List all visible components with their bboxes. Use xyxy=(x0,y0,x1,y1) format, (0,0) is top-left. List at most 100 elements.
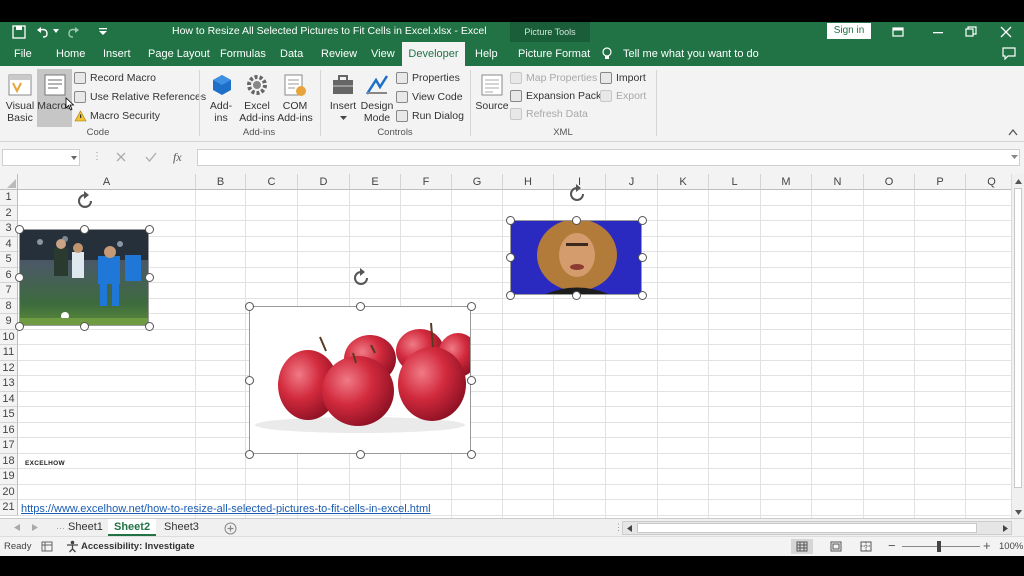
select-all-corner[interactable] xyxy=(0,174,18,190)
row-header-8[interactable]: 8 xyxy=(0,298,18,314)
macro-security-button[interactable]: Macro Security xyxy=(74,108,160,124)
resize-handle[interactable] xyxy=(571,215,581,225)
row-header-2[interactable]: 2 xyxy=(0,205,18,221)
previous-sheet-icon[interactable] xyxy=(14,524,20,531)
new-sheet-icon[interactable] xyxy=(224,522,237,535)
use-relative-references-button[interactable]: Use Relative References xyxy=(74,89,206,105)
undo-dropdown-icon[interactable] xyxy=(53,28,59,34)
row-header-5[interactable]: 5 xyxy=(0,252,18,268)
map-properties-button[interactable]: Map Properties xyxy=(510,70,597,86)
rotate-handle-icon[interactable] xyxy=(351,268,371,288)
resize-handle[interactable] xyxy=(505,253,515,262)
row-header-21[interactable]: 21 xyxy=(0,500,18,516)
com-add-ins-button[interactable]: COM Add-ins xyxy=(276,70,314,126)
run-dialog-button[interactable]: Run Dialog xyxy=(396,108,464,124)
resize-handle[interactable] xyxy=(505,215,515,225)
row-header-16[interactable]: 16 xyxy=(0,422,18,438)
row-header-10[interactable]: 10 xyxy=(0,329,18,345)
resize-handle[interactable] xyxy=(79,224,89,234)
resize-handle[interactable] xyxy=(505,290,515,300)
resize-handle[interactable] xyxy=(355,449,365,459)
column-header-e[interactable]: E xyxy=(350,174,401,190)
name-box[interactable] xyxy=(2,149,80,166)
properties-button[interactable]: Properties xyxy=(396,70,460,86)
column-header-k[interactable]: K xyxy=(658,174,709,190)
customize-qat-icon[interactable] xyxy=(98,27,108,37)
redo-icon[interactable] xyxy=(66,25,80,39)
column-header-c[interactable]: C xyxy=(246,174,298,190)
rotate-handle-icon[interactable] xyxy=(567,184,587,204)
xml-export-button[interactable]: Export xyxy=(600,88,646,104)
resize-handle[interactable] xyxy=(637,253,647,262)
formula-input[interactable] xyxy=(197,149,1020,166)
tab-insert[interactable]: Insert xyxy=(97,42,137,66)
macros-button[interactable]: Macros xyxy=(37,69,75,127)
name-box-dropdown-icon[interactable] xyxy=(71,156,77,160)
row-header-18[interactable]: 18 xyxy=(0,453,18,469)
design-mode-button[interactable]: Design Mode xyxy=(360,70,394,128)
column-header-b[interactable]: B xyxy=(196,174,246,190)
sheet-tab-sheet2[interactable]: Sheet2 xyxy=(108,519,157,536)
scroll-right-icon[interactable] xyxy=(1003,525,1008,532)
resize-handle[interactable] xyxy=(144,273,154,282)
tab-picture-format[interactable]: Picture Format xyxy=(512,42,596,66)
row-header-4[interactable]: 4 xyxy=(0,236,18,252)
row-header-12[interactable]: 12 xyxy=(0,360,18,376)
refresh-data-button[interactable]: Refresh Data xyxy=(510,106,588,122)
row-header-19[interactable]: 19 xyxy=(0,469,18,485)
column-header-p[interactable]: P xyxy=(915,174,966,190)
expansion-packs-button[interactable]: Expansion Packs xyxy=(510,88,607,104)
resize-handle[interactable] xyxy=(244,375,254,385)
excel-add-ins-button[interactable]: Excel Add-ins xyxy=(238,70,276,126)
column-header-g[interactable]: G xyxy=(452,174,503,190)
column-header-n[interactable]: N xyxy=(812,174,864,190)
restore-icon[interactable] xyxy=(965,26,977,38)
zoom-level[interactable]: 100% xyxy=(999,541,1023,552)
tab-data[interactable]: Data xyxy=(274,42,309,66)
resize-handle[interactable] xyxy=(144,321,154,331)
view-code-button[interactable]: View Code xyxy=(396,89,463,105)
tab-help[interactable]: Help xyxy=(469,42,504,66)
scroll-left-icon[interactable] xyxy=(627,525,632,532)
close-icon[interactable] xyxy=(1000,26,1012,38)
sheet-tab-sheet3[interactable]: Sheet3 xyxy=(158,519,205,536)
page-layout-view-icon[interactable] xyxy=(830,541,842,552)
picture-soccer-players[interactable] xyxy=(19,229,149,326)
horizontal-scroll-thumb[interactable] xyxy=(637,523,977,533)
tab-page-layout[interactable]: Page Layout xyxy=(142,42,216,66)
column-header-j[interactable]: J xyxy=(606,174,658,190)
resize-handle[interactable] xyxy=(14,224,24,234)
resize-handle[interactable] xyxy=(466,375,476,385)
insert-controls-button[interactable]: Insert xyxy=(326,70,360,128)
vertical-scrollbar[interactable] xyxy=(1011,174,1024,518)
resize-handle[interactable] xyxy=(466,301,476,311)
tab-developer[interactable]: Developer xyxy=(402,42,465,66)
resize-handle[interactable] xyxy=(14,321,24,331)
cell-a21-hyperlink[interactable]: https://www.excelhow.net/how-to-resize-a… xyxy=(21,503,431,515)
confirm-entry-icon[interactable] xyxy=(145,152,157,162)
resize-handle[interactable] xyxy=(14,273,24,282)
resize-handle[interactable] xyxy=(355,301,365,311)
comments-icon[interactable] xyxy=(1002,47,1016,60)
tab-file[interactable]: File xyxy=(8,42,38,66)
expand-formula-bar-icon[interactable] xyxy=(1011,155,1018,160)
minimize-icon[interactable] xyxy=(932,26,944,38)
zoom-out-button[interactable]: − xyxy=(888,538,896,553)
column-header-f[interactable]: F xyxy=(401,174,452,190)
zoom-slider-track[interactable] xyxy=(902,546,980,547)
resize-handle[interactable] xyxy=(144,224,154,234)
sheet-tab-sheet1[interactable]: Sheet1 xyxy=(62,519,109,536)
insert-function-button[interactable]: fx xyxy=(173,150,182,165)
column-header-a[interactable]: A xyxy=(18,174,196,190)
column-header-l[interactable]: L xyxy=(709,174,761,190)
resize-handle[interactable] xyxy=(244,449,254,459)
worksheet-grid[interactable]: ABCDEFGHIJKLMNOPQ 1 2 3 4 5 6 7 8 9 10 11 12 13 14 15 1… xyxy=(0,174,1024,518)
sign-in-button[interactable]: Sign in xyxy=(827,23,871,39)
status-accessibility[interactable]: Accessibility: Investigate xyxy=(81,541,195,552)
horizontal-scrollbar[interactable] xyxy=(622,521,1012,535)
resize-handle[interactable] xyxy=(244,301,254,311)
save-icon[interactable] xyxy=(12,25,26,39)
add-ins-button[interactable]: Add-ins xyxy=(205,70,237,126)
column-header-o[interactable]: O xyxy=(864,174,915,190)
zoom-in-button[interactable]: + xyxy=(983,538,991,553)
